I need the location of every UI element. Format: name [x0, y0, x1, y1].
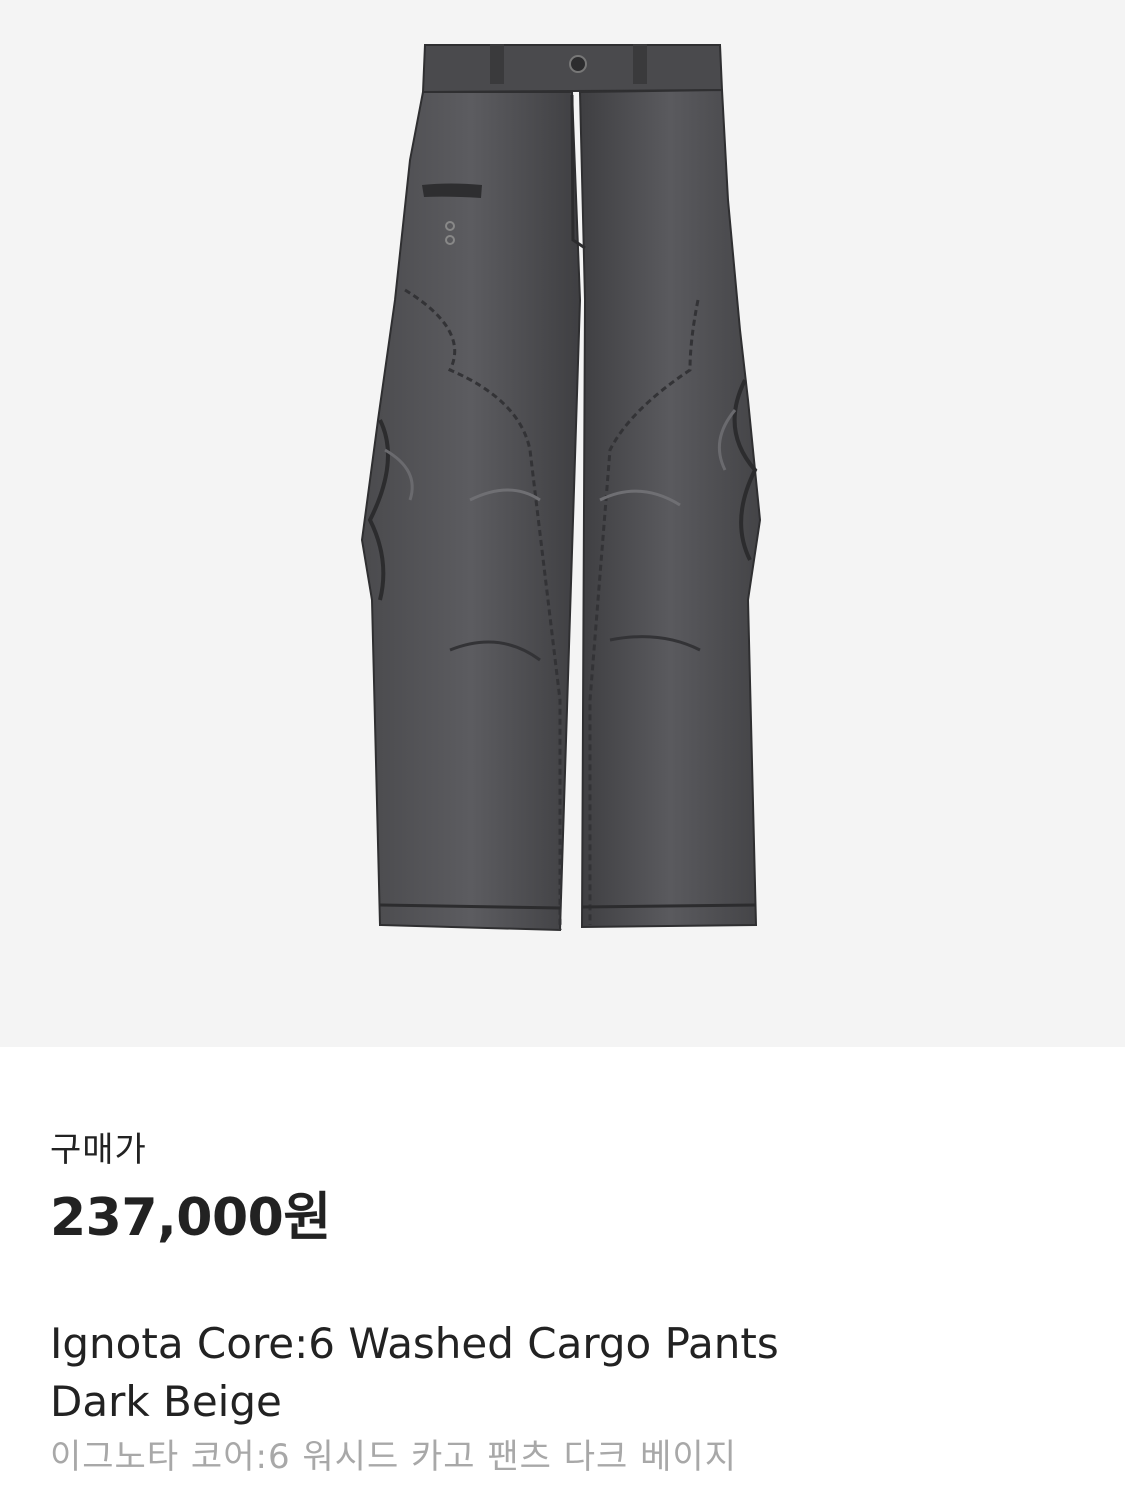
product-detail-page: 구매가 237,000원 Ignota Core:6 Washed Cargo …: [0, 0, 1125, 1501]
product-name-ko: 이그노타 코어:6 워시드 카고 팬츠 다크 베이지: [50, 1437, 737, 1477]
product-name-en-line2: Dark Beige: [50, 1377, 282, 1426]
product-name-en-line1: Ignota Core:6 Washed Cargo Pants: [50, 1319, 779, 1368]
product-image[interactable]: [0, 0, 1125, 1047]
product-name-en: Ignota Core:6 Washed Cargo Pants Dark Be…: [50, 1315, 1050, 1431]
price-label: 구매가: [50, 1130, 147, 1170]
product-image-area[interactable]: [0, 0, 1125, 1047]
price-value: 237,000원: [50, 1188, 331, 1248]
